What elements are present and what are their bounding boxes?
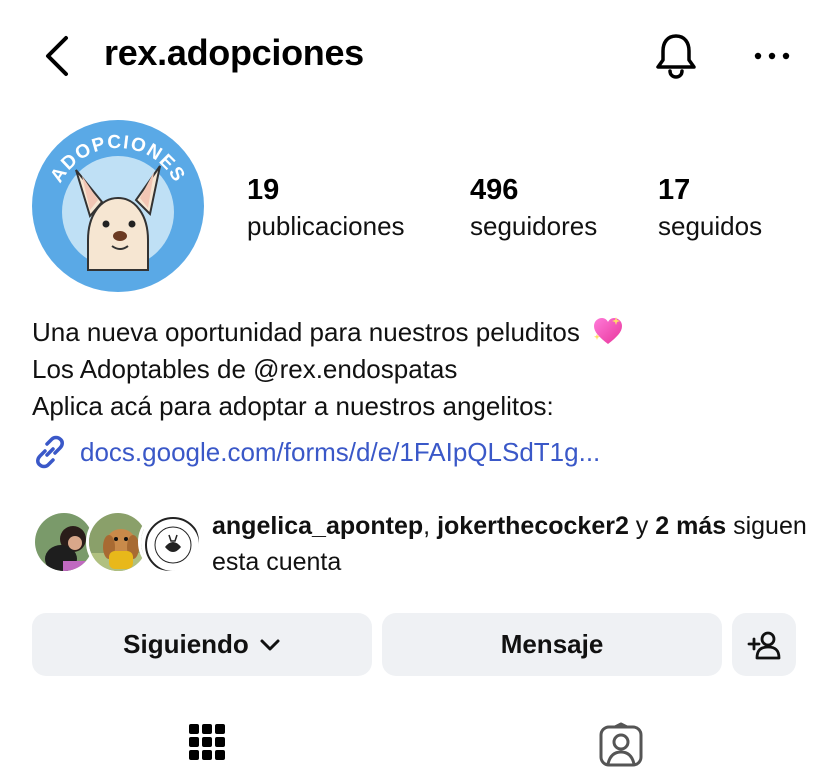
message-button[interactable]: Mensaje xyxy=(382,613,722,676)
profile-avatar[interactable]: ADOPCIONES xyxy=(32,120,204,292)
mutual-user-1[interactable]: angelica_apontep xyxy=(212,512,423,540)
mutual-user-2[interactable]: jokerthecocker2 xyxy=(437,512,629,540)
posts-stat[interactable]: 19 publicaciones xyxy=(247,172,405,244)
following-label: seguidos xyxy=(658,211,763,241)
profile-username: rex.adopciones xyxy=(104,32,364,73)
followers-count: 496 xyxy=(470,174,519,206)
following-button-label: Siguiendo xyxy=(123,629,249,659)
add-user-icon xyxy=(747,631,781,659)
mutual-avatar-3 xyxy=(138,510,202,574)
message-button-label: Mensaje xyxy=(500,629,604,659)
mutual-more[interactable]: 2 más xyxy=(655,512,726,540)
sparkling-heart-icon xyxy=(594,317,623,344)
mutual-followers-text: angelica_apontep, jokerthecocker2 y 2 má… xyxy=(212,508,812,580)
profile-page: rex.adopciones ADOPCIONES 19 publicacion… xyxy=(0,0,828,773)
followers-label: seguidores xyxy=(470,211,598,241)
link-icon xyxy=(36,435,64,469)
following-button[interactable]: Siguiendo xyxy=(32,613,372,676)
mutual-and: y xyxy=(628,512,656,540)
posts-label: publicaciones xyxy=(247,211,405,241)
posts-grid-tab-icon[interactable] xyxy=(187,722,227,762)
bio-line-2: Los Adoptables de @rex.endospatas xyxy=(32,354,458,384)
bio-link-text[interactable]: docs.google.com/forms/d/e/1FAIpQLSdT1g..… xyxy=(80,437,600,468)
tagged-posts-tab-icon[interactable] xyxy=(598,722,644,768)
bio-line-3: Aplica acá para adoptar a nuestros angel… xyxy=(32,391,554,421)
chevron-down-icon xyxy=(260,639,280,650)
suggest-users-button[interactable] xyxy=(732,613,796,676)
bio-link[interactable]: docs.google.com/forms/d/e/1FAIpQLSdT1g..… xyxy=(32,432,600,472)
notification-bell-icon[interactable] xyxy=(652,30,700,80)
following-stat[interactable]: 17 seguidos xyxy=(658,172,762,244)
mutual-followers[interactable]: angelica_apontep, jokerthecocker2 y 2 má… xyxy=(32,508,812,578)
mutual-avatars xyxy=(32,508,202,578)
more-options-icon[interactable] xyxy=(752,46,792,66)
followers-stat[interactable]: 496 seguidores xyxy=(470,172,597,244)
posts-count: 19 xyxy=(247,174,280,206)
bio-line-1-text: Una nueva oportunidad para nuestros pelu… xyxy=(32,317,580,347)
following-count: 17 xyxy=(658,174,691,206)
profile-bio: Una nueva oportunidad para nuestros pelu… xyxy=(32,314,625,425)
back-arrow-icon[interactable] xyxy=(38,32,74,80)
mutual-separator: , xyxy=(423,512,438,540)
bio-line-1: Una nueva oportunidad para nuestros pelu… xyxy=(32,314,625,351)
top-bar: rex.adopciones xyxy=(0,0,828,110)
